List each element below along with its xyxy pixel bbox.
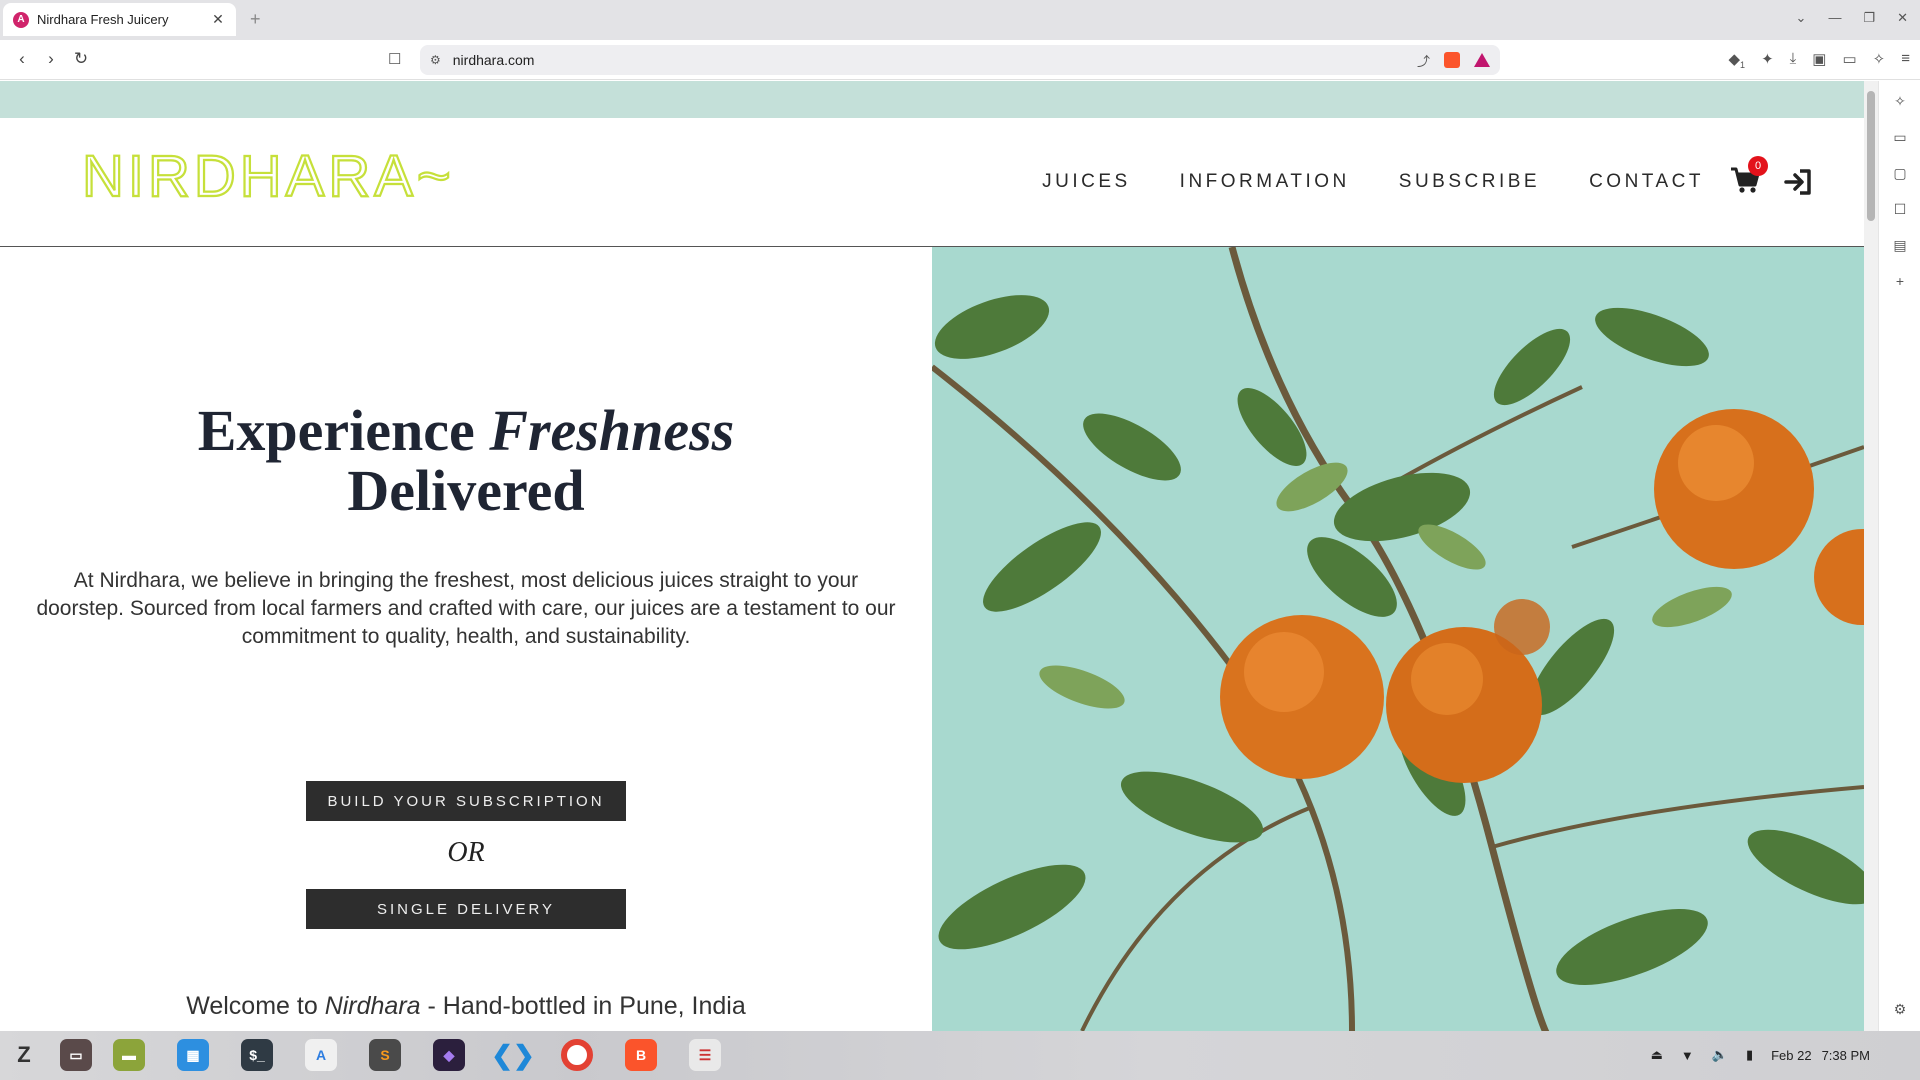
nav-juices[interactable]: JUICES	[1042, 171, 1131, 193]
bookmark-icon[interactable]: ☐	[388, 50, 401, 68]
cart-button[interactable]: 0	[1730, 156, 1768, 196]
volume-icon[interactable]: 🔈	[1712, 1047, 1728, 1063]
hero-image-oranges	[932, 247, 1864, 1031]
orange-tree-illustration	[932, 247, 1864, 1031]
sidebar-toggle-icon[interactable]: ▣	[1812, 50, 1826, 70]
add-sidebar-item-icon[interactable]: +	[1891, 273, 1909, 291]
scroll-thumb[interactable]	[1867, 91, 1875, 221]
extension-icon[interactable]: ◆1	[1729, 50, 1746, 70]
single-delivery-button[interactable]: SINGLE DELIVERY	[306, 889, 626, 929]
menu-icon[interactable]: ≡	[1901, 50, 1910, 70]
reading-list-icon[interactable]: ▤	[1891, 237, 1909, 255]
leo-ai-icon[interactable]: ✧	[1873, 50, 1886, 70]
system-tray: ⏏ ▼ 🔈 ▮ Feb 22 7:38 PM	[1651, 1047, 1870, 1063]
obsidian-icon[interactable]: ◆	[433, 1039, 465, 1071]
hero-description: At Nirdhara, we believe in bringing the …	[36, 569, 896, 648]
browser-sidebar: ✧ ▭ ▢ ☐ ▤ + ⚙	[1878, 81, 1920, 1031]
minimize-icon[interactable]: —	[1828, 10, 1841, 26]
main-nav: JUICES INFORMATION SUBSCRIBE CONTACT	[1042, 118, 1704, 246]
reload-icon[interactable]: ↻	[70, 49, 92, 69]
restore-icon[interactable]: ❐	[1863, 10, 1875, 26]
close-tab-icon[interactable]: ✕	[210, 11, 226, 28]
share-icon[interactable]: ⤴	[1417, 51, 1430, 70]
tab-title: Nirdhara Fresh Juicery	[37, 12, 169, 27]
extensions-puzzle-icon[interactable]: ✦	[1761, 50, 1774, 70]
build-subscription-button[interactable]: BUILD YOUR SUBSCRIPTION	[306, 781, 626, 821]
welcome-post: - Hand-bottled in Pune, India	[420, 992, 746, 1020]
nav-information[interactable]: INFORMATION	[1180, 171, 1350, 193]
chrome-icon[interactable]	[561, 1039, 593, 1071]
extension-badge: 1	[1740, 60, 1746, 70]
welcome-pre: Welcome to	[186, 992, 325, 1020]
sidebar-settings-icon[interactable]: ⚙	[1891, 1001, 1909, 1019]
bookmarks-sidebar-icon[interactable]: ☐	[1891, 201, 1909, 219]
playlist-icon[interactable]: ▭	[1891, 129, 1909, 147]
site-favicon-icon: A	[13, 11, 29, 28]
brave-icon[interactable]: B	[625, 1039, 657, 1071]
wallet-icon[interactable]: ▭	[1842, 50, 1856, 70]
forward-icon[interactable]: ›	[40, 49, 62, 69]
browser-tab-strip: A Nirdhara Fresh Juicery ✕ + ⌄ — ❐ ✕	[0, 0, 1920, 40]
brave-rewards-icon[interactable]	[1474, 53, 1490, 67]
hero-title-part2: Delivered	[347, 458, 585, 523]
close-window-icon[interactable]: ✕	[1897, 10, 1908, 26]
announcement-bar	[0, 81, 1864, 118]
svg-text:NIRDHARA~: NIRDHARA~	[82, 146, 455, 206]
cart-count-badge: 0	[1748, 156, 1768, 176]
clock[interactable]: Feb 22 7:38 PM	[1771, 1048, 1870, 1063]
nav-subscribe[interactable]: SUBSCRIBE	[1399, 171, 1540, 193]
browser-toolbar: ‹ › ↻ ☐ ⚙ nirdhara.com ⤴ ◆1 ✦ ⤓ ▣ ▭ ✧ ≡	[0, 40, 1920, 80]
wallet-sidebar-icon[interactable]: ▢	[1891, 165, 1909, 183]
hero-title-part1: Experience	[197, 398, 490, 463]
welcome-brand: Nirdhara	[324, 992, 421, 1020]
welcome-text: Welcome to Nirdhara - Hand-bottled in Pu…	[0, 992, 932, 1021]
nav-contact[interactable]: CONTACT	[1589, 171, 1704, 193]
terminal-icon[interactable]: $_	[241, 1039, 273, 1071]
site-settings-icon[interactable]: ⚙	[430, 53, 441, 67]
clock-date: Feb 22	[1771, 1047, 1812, 1063]
clock-time: 7:38 PM	[1821, 1047, 1870, 1063]
hero-title: Experience Freshness Delivered	[0, 401, 932, 521]
battery-icon[interactable]: ▮	[1746, 1047, 1753, 1063]
document-viewer-icon[interactable]: ☰	[689, 1039, 721, 1071]
downloads-icon[interactable]: ⤓	[1790, 50, 1797, 70]
zorin-menu-icon[interactable]: Z	[8, 1039, 40, 1071]
page-scrollbar[interactable]	[1864, 81, 1878, 1031]
site-header: NIRDHARA~ JUICES INFORMATION SUBSCRIBE C…	[0, 118, 1864, 247]
window-controls: ⌄ — ❐ ✕	[1796, 10, 1908, 26]
url-text[interactable]: nirdhara.com	[453, 52, 1417, 68]
wifi-icon[interactable]: ▼	[1681, 1048, 1694, 1063]
software-store-icon[interactable]: ▦	[177, 1039, 209, 1071]
address-bar[interactable]: ⚙ nirdhara.com ⤴	[420, 45, 1500, 75]
back-icon[interactable]: ‹	[11, 49, 33, 69]
hero-title-italic: Freshness	[489, 398, 735, 463]
tab-search-icon[interactable]: ⌄	[1796, 10, 1807, 26]
tray-expand-icon[interactable]: ⏏	[1651, 1047, 1663, 1063]
brave-shields-icon[interactable]	[1444, 52, 1460, 68]
os-taskbar: Z ▭ ▬ ▦ $_ A S ◆ ❮❯ B ☰ ⏏ ▼ 🔈 ▮ Feb 22 7…	[0, 1031, 1920, 1080]
nirdhara-logo[interactable]: NIRDHARA~	[82, 146, 522, 206]
vscode-icon[interactable]: ❮❯	[491, 1039, 535, 1071]
leo-sidebar-icon[interactable]: ✧	[1891, 93, 1909, 111]
sublime-text-icon[interactable]: S	[369, 1039, 401, 1071]
or-separator: OR	[447, 837, 485, 868]
new-tab-icon[interactable]: +	[250, 9, 261, 30]
text-editor-icon[interactable]: A	[305, 1039, 337, 1071]
workspaces-icon[interactable]: ▭	[60, 1039, 92, 1071]
web-viewport: NIRDHARA~ JUICES INFORMATION SUBSCRIBE C…	[0, 81, 1864, 1031]
login-icon[interactable]	[1784, 168, 1812, 196]
toolbar-actions: ◆1 ✦ ⤓ ▣ ▭ ✧ ≡	[1729, 50, 1911, 70]
browser-tab[interactable]: A Nirdhara Fresh Juicery ✕	[3, 3, 236, 36]
files-icon[interactable]: ▬	[113, 1039, 145, 1071]
hero-section: Experience Freshness Delivered At Nirdha…	[0, 247, 932, 1031]
